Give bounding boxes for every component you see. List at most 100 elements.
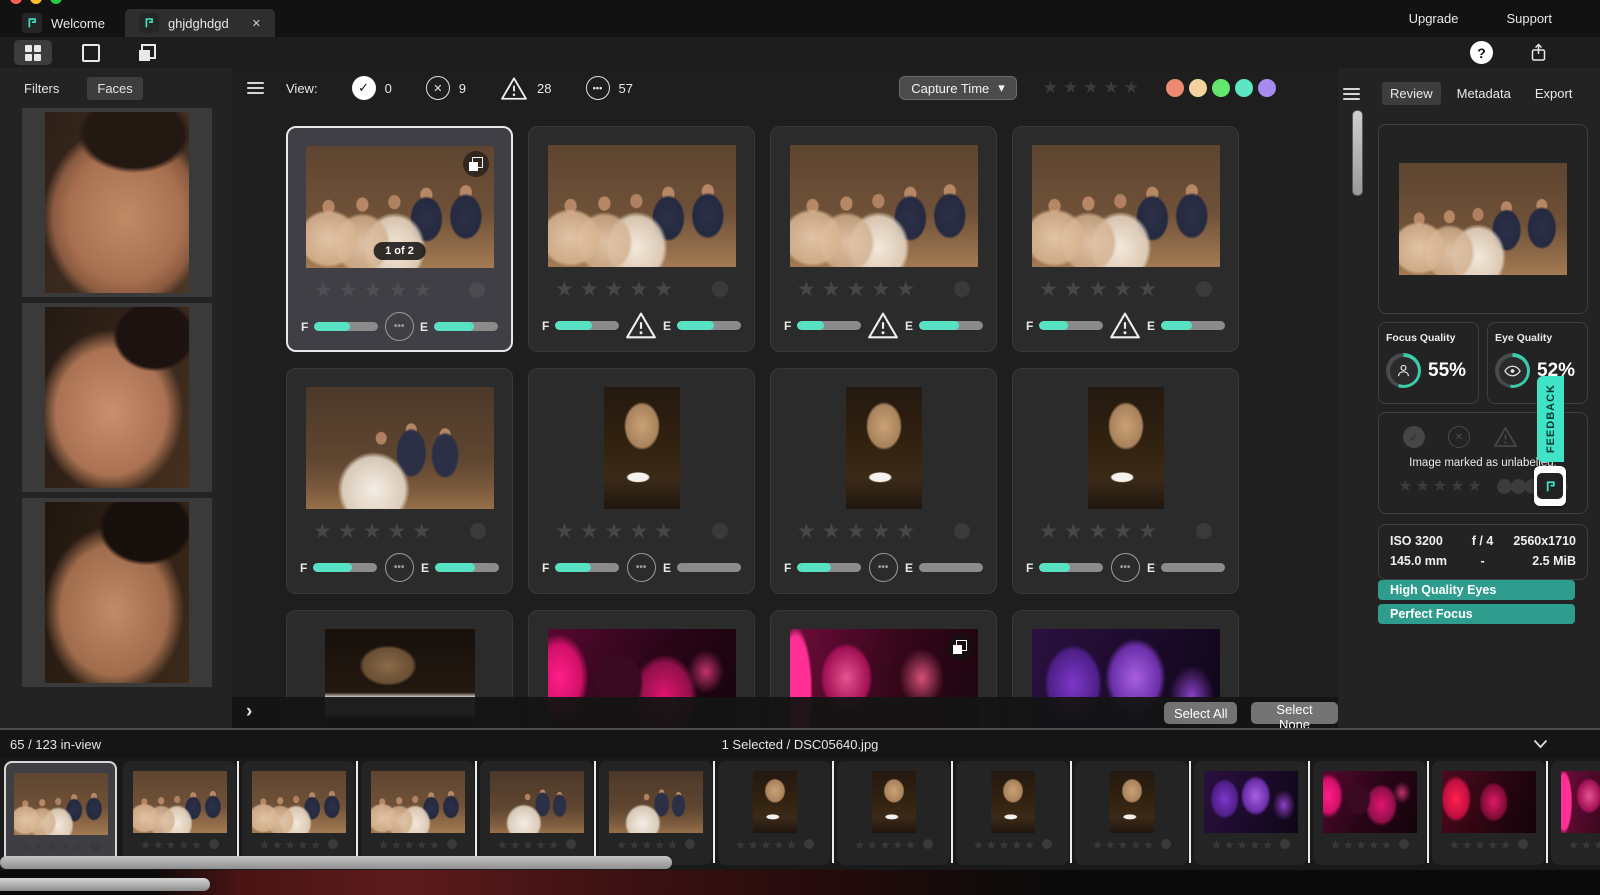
color-label-dot[interactable] [470,523,486,539]
filmstrip-item[interactable]: ★★★★★ [361,761,474,865]
star-rating[interactable]: ★★★★★ [1039,277,1163,302]
color-label-dot[interactable] [90,841,100,851]
needs-attention-button[interactable] [1493,426,1518,448]
sort-dropdown[interactable]: Capture Time ▾ [899,76,1017,100]
approve-button[interactable]: ✓ [1403,426,1425,448]
face-thumbnail[interactable] [22,108,212,297]
star-rating[interactable]: ★★★★★ [21,840,85,854]
sidebar-tab-filters[interactable]: Filters [14,77,69,100]
filmstrip-item[interactable]: ★★★★★ [1313,761,1426,865]
photo-image[interactable] [306,387,494,509]
photo-image[interactable] [846,387,922,509]
chevron-right-icon[interactable]: › [246,701,252,723]
more-options-icon[interactable]: ••• [627,553,656,582]
tab-welcome[interactable]: Welcome [8,9,119,37]
star-rating[interactable]: ★★★★★ [497,838,561,852]
color-label-dot[interactable] [1161,839,1171,849]
color-label-dot[interactable] [566,839,576,849]
color-label-dot[interactable] [685,839,695,849]
filmstrip-item[interactable]: ★★★★★ [4,761,117,865]
close-tab-icon[interactable]: ✕ [252,17,261,30]
tab-metadata[interactable]: Metadata [1449,82,1519,105]
filter-unlabelled[interactable]: ••• 57 [586,76,633,100]
color-label-dot[interactable] [1258,79,1276,97]
filter-rejected[interactable]: ✕ 9 [426,76,466,100]
select-none-button[interactable]: Select None [1251,702,1338,724]
photo-card[interactable]: ★★★★★FE [1012,126,1239,352]
star-rating[interactable]: ★★★★★ [616,838,680,852]
filter-needs-attention[interactable]: 28 [500,76,551,101]
filmstrip-item[interactable]: ★★★★★ [480,761,593,865]
more-options-icon[interactable]: ••• [385,312,414,341]
grid-view-button[interactable] [14,40,52,65]
photo-image[interactable] [1032,145,1220,267]
color-label-dot[interactable] [712,281,728,297]
filmstrip-item[interactable]: ★★★★★ [123,761,236,865]
color-label-dot[interactable] [1196,523,1212,539]
more-options-icon[interactable]: ••• [385,553,414,582]
color-label-dot[interactable] [954,523,970,539]
star-rating[interactable]: ★★★★★ [1568,838,1600,852]
color-label-dot[interactable] [1212,79,1230,97]
color-label-dot[interactable] [1280,839,1290,849]
star-rating[interactable]: ★★★★★ [140,838,204,852]
color-label-dot[interactable] [1399,839,1409,849]
feedback-logo-chip[interactable] [1534,466,1566,506]
filmstrip-item[interactable]: ★★★★★ [599,761,712,865]
color-label-dot[interactable] [1042,839,1052,849]
filmstrip-item[interactable]: ★★★★★ [1075,761,1188,865]
sidebar-tab-faces[interactable]: Faces [87,77,142,100]
zoom-window-icon[interactable] [50,0,62,4]
filmstrip-item[interactable]: ★★★★★ [837,761,950,865]
share-button[interactable] [1527,41,1550,64]
photo-card[interactable]: ★★★★★FE [528,126,755,352]
star-rating[interactable]: ★★★★★ [1449,838,1513,852]
photo-image[interactable] [604,387,680,509]
color-label-dot[interactable] [447,839,457,849]
photo-card[interactable]: ★★★★★FE [770,126,997,352]
star-rating[interactable]: ★★★★★ [973,838,1037,852]
photo-card[interactable]: ★★★★★F•••E [528,368,755,594]
face-thumbnail[interactable] [22,303,212,492]
star-rating[interactable]: ★★★★★ [797,277,921,302]
star-rating[interactable]: ★★★★★ [378,838,442,852]
color-label-dot[interactable] [1196,281,1212,297]
photo-image[interactable] [1088,387,1164,509]
filmstrip-item[interactable]: ★★★★★ [242,761,355,865]
photo-card[interactable]: ★★★★★F•••E [770,368,997,594]
color-label-dot[interactable] [1497,479,1512,494]
support-link[interactable]: Support [1506,11,1552,26]
more-options-icon[interactable]: ••• [1111,553,1140,582]
menu-icon[interactable] [247,82,264,94]
star-rating[interactable]: ★★★★★ [1330,838,1394,852]
minimize-window-icon[interactable] [30,0,42,4]
color-label-dot[interactable] [954,281,970,297]
tab-export[interactable]: Export [1527,82,1581,105]
color-label-dot[interactable] [804,839,814,849]
color-label-dot[interactable] [469,282,485,298]
more-options-icon[interactable]: ••• [869,553,898,582]
filmstrip-item[interactable]: ★★★★★ [1432,761,1545,865]
filmstrip-item[interactable]: ★★★★★ [1551,761,1600,865]
star-rating[interactable]: ★★★★★ [313,519,437,544]
help-button[interactable]: ? [1470,41,1493,64]
photo-image[interactable]: 1 of 2 [306,146,494,268]
traffic-lights[interactable] [10,0,62,4]
single-view-button[interactable] [76,40,106,65]
reject-button[interactable]: ✕ [1448,426,1470,448]
photo-card[interactable]: 1 of 2★★★★★F•••E [286,126,513,352]
color-label-dot[interactable] [328,839,338,849]
panel-menu-icon[interactable] [1343,88,1360,100]
close-window-icon[interactable] [10,0,22,4]
vertical-scrollbar[interactable] [1352,110,1363,196]
color-label-dot[interactable] [1166,79,1184,97]
color-label-dot[interactable] [1235,79,1253,97]
star-rating[interactable]: ★★★★★ [314,278,438,303]
upgrade-link[interactable]: Upgrade [1409,11,1459,26]
star-rating[interactable]: ★★★★★ [1211,838,1275,852]
photo-image[interactable] [548,145,736,267]
star-rating[interactable]: ★★★★★ [1092,838,1156,852]
tab-project[interactable]: ghjdghdgd ✕ [125,9,275,37]
star-rating[interactable]: ★★★★★ [735,838,799,852]
photo-card[interactable]: ★★★★★F•••E [286,368,513,594]
